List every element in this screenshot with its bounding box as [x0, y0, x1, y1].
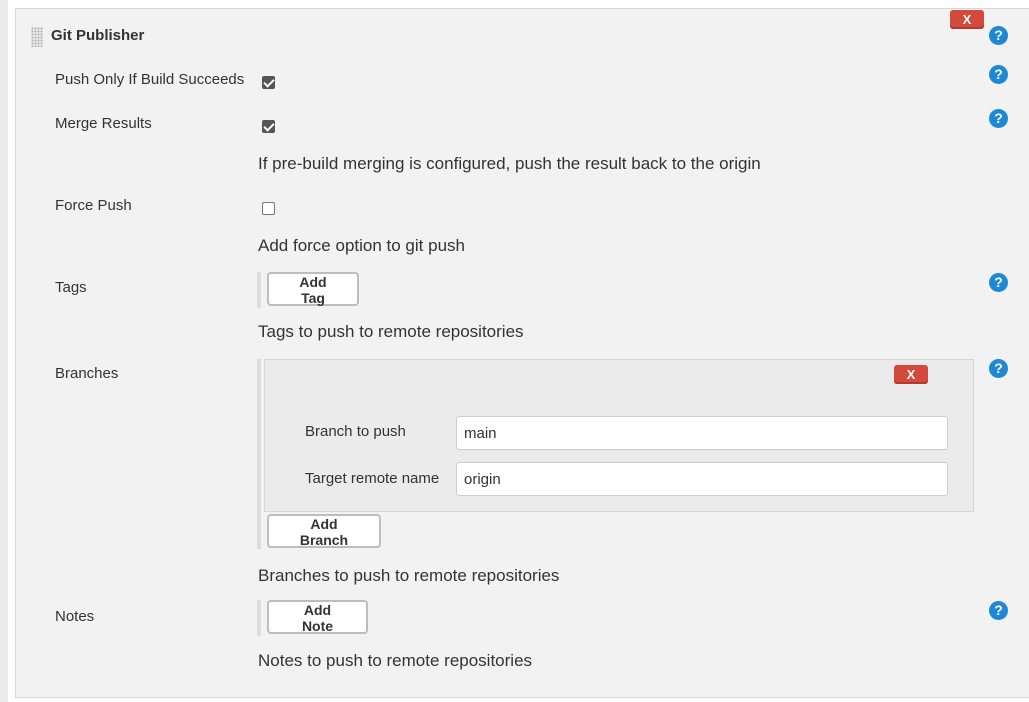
notes-description: Notes to push to remote repositories [258, 651, 533, 670]
force-push-checkbox[interactable] [262, 202, 275, 215]
add-note-button[interactable]: Add Note [267, 600, 368, 634]
branches-rail [257, 359, 261, 549]
notes-label: Notes [55, 608, 95, 625]
push-only-if-success-checkbox[interactable] [262, 76, 275, 89]
help-icon-push-only[interactable]: ? [989, 65, 1008, 84]
delete-branch-button[interactable]: X [894, 365, 928, 384]
section-title: Git Publisher [51, 27, 145, 44]
delete-section-button[interactable]: X [950, 10, 984, 29]
force-push-description: Add force option to git push [258, 236, 465, 255]
merge-results-description: If pre-build merging is configured, push… [258, 154, 761, 173]
target-remote-name-input[interactable] [456, 462, 948, 496]
help-icon-branches[interactable]: ? [989, 359, 1008, 378]
push-only-if-success-label: Push Only If Build Succeeds [55, 71, 245, 88]
branches-description: Branches to push to remote repositories [258, 566, 560, 585]
notes-button-wrap: Add Note [257, 600, 368, 636]
add-tag-button[interactable]: Add Tag [267, 272, 359, 306]
merge-results-label: Merge Results [55, 115, 152, 132]
drag-handle-icon[interactable] [31, 27, 43, 47]
help-icon-merge-results[interactable]: ? [989, 109, 1008, 128]
merge-results-checkbox[interactable] [262, 120, 275, 133]
tags-button-wrap: Add Tag [257, 272, 359, 308]
help-icon-notes[interactable]: ? [989, 601, 1008, 620]
tags-description: Tags to push to remote repositories [258, 322, 524, 341]
git-publisher-panel [15, 8, 1029, 698]
add-branch-button[interactable]: Add Branch [267, 514, 381, 548]
branch-to-push-label: Branch to push [305, 423, 406, 440]
help-icon-tags[interactable]: ? [989, 273, 1008, 292]
left-rail [0, 0, 8, 702]
force-push-label: Force Push [55, 197, 132, 214]
branch-to-push-input[interactable] [456, 416, 948, 450]
branches-label: Branches [55, 365, 119, 382]
tags-label: Tags [55, 279, 87, 296]
help-icon-section[interactable]: ? [989, 26, 1008, 45]
target-remote-name-label: Target remote name [305, 470, 440, 487]
